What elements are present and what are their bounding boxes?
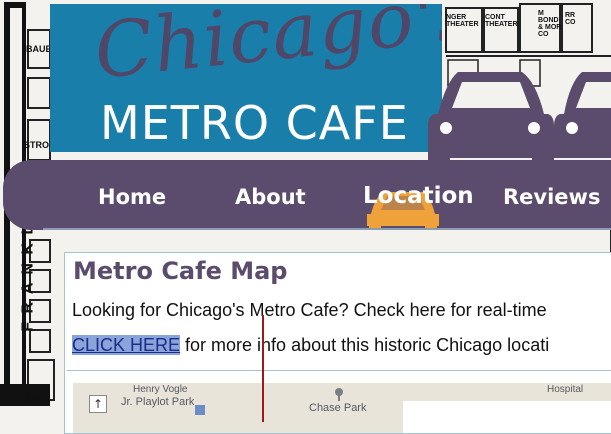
map-info-box — [403, 401, 611, 433]
click-here-link[interactable]: CLICK HERE — [72, 335, 181, 355]
street-label-rr: RR CO — [565, 12, 576, 26]
street-label-stro: STRO — [24, 140, 50, 150]
map-label-playlot-park: Jr. Playlot Park — [121, 396, 195, 408]
divider — [67, 370, 611, 371]
nav-reviews[interactable]: Reviews — [503, 187, 600, 208]
street-label-baue: BAUE — [26, 44, 52, 54]
intro-text: Looking for Chicago's Metro Cafe? Check … — [72, 300, 547, 320]
map-label-chase-park: Chase Park — [309, 402, 367, 414]
nav-underline — [43, 228, 611, 230]
map-view[interactable]: Henry Vogle Jr. Playlot Park Chase Park … — [73, 383, 611, 433]
page-title: Metro Cafe Map — [73, 257, 288, 285]
street-label-theater: NGER THEATER — [446, 14, 479, 28]
car-icon — [428, 72, 611, 164]
street-label-st: ST — [24, 390, 42, 406]
park-pin-icon — [335, 388, 343, 401]
nav-location[interactable]: Location — [363, 185, 474, 208]
street-label-cont-theater: CONT THEATER — [485, 14, 518, 28]
logo-main-text: METRO CAFE — [100, 96, 409, 150]
map-label-hospital: Hospital — [547, 384, 584, 395]
content-panel: Metro Cafe Map Looking for Chicago's Met… — [64, 252, 611, 434]
logo-block[interactable]: Chicago's METRO CAFE — [50, 4, 442, 152]
logo-script-text: Chicago's — [90, 4, 442, 96]
street-label-bond: M BOND & MOR CO — [538, 10, 562, 38]
link-row: CLICK HERE for more info about this hist… — [72, 335, 550, 355]
cursor-marker — [262, 315, 264, 422]
up-arrow-icon[interactable]: ↑ — [89, 395, 107, 413]
map-label-henry-vogle: Henry Vogle — [133, 384, 188, 395]
main-nav: Home About Location Reviews — [3, 160, 611, 230]
nav-home[interactable]: Home — [98, 187, 166, 208]
blue-marker-icon — [195, 405, 205, 415]
link-suffix-text: for more info about this historic Chicag… — [180, 335, 550, 355]
nav-about[interactable]: About — [235, 187, 306, 208]
